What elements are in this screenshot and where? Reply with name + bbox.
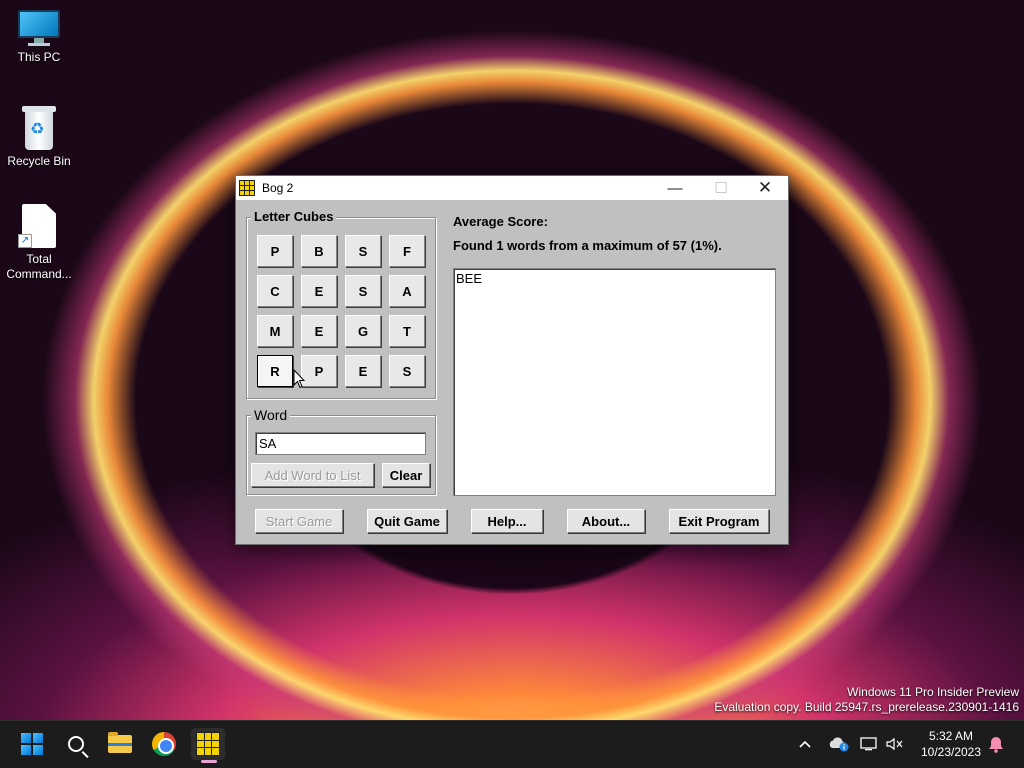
- letter-cube[interactable]: F: [389, 235, 425, 267]
- bog-app-icon: [239, 180, 255, 196]
- search-button[interactable]: [59, 728, 93, 760]
- clock-date: 10/23/2023: [920, 745, 982, 759]
- volume-tray-icon[interactable]: [886, 720, 904, 768]
- desktop-icon-recycle-bin[interactable]: ♻ Recycle Bin: [1, 106, 77, 169]
- quit-game-button[interactable]: Quit Game: [367, 509, 447, 533]
- file-explorer-icon: [108, 732, 132, 753]
- letter-cube[interactable]: S: [345, 275, 381, 307]
- chrome-icon: [152, 732, 176, 756]
- desktop-icon-this-pc[interactable]: This PC: [1, 10, 77, 65]
- onedrive-tray-icon[interactable]: [828, 720, 850, 768]
- letter-cube[interactable]: S: [345, 235, 381, 267]
- mouse-cursor-icon: [293, 369, 305, 389]
- letter-cube[interactable]: E: [301, 315, 337, 347]
- average-score-label: Average Score:: [453, 214, 548, 229]
- exit-program-button[interactable]: Exit Program: [669, 509, 769, 533]
- watermark-line-2: Evaluation copy. Build 25947.rs_prerelea…: [714, 700, 1019, 714]
- word-label: Word: [251, 407, 291, 423]
- bog-taskbar-button[interactable]: [191, 728, 225, 760]
- chrome-button[interactable]: [147, 728, 181, 760]
- title-bar[interactable]: Bog 2 — ☐ ✕: [236, 176, 788, 200]
- taskbar-clock[interactable]: 5:32 AM 10/23/2023: [912, 728, 990, 760]
- letter-cube[interactable]: R: [257, 355, 293, 387]
- active-app-indicator: [201, 760, 217, 763]
- start-game-button[interactable]: Start Game: [255, 509, 343, 533]
- letter-cube[interactable]: E: [301, 275, 337, 307]
- search-icon: [68, 736, 84, 752]
- desktop-icon-label: Total Command...: [6, 252, 72, 281]
- about-button[interactable]: About...: [567, 509, 645, 533]
- letter-cube[interactable]: P: [301, 355, 337, 387]
- network-icon: [860, 737, 877, 751]
- minimize-button[interactable]: —: [652, 176, 698, 200]
- letter-cube[interactable]: P: [257, 235, 293, 267]
- file-explorer-button[interactable]: [103, 728, 137, 760]
- show-hidden-icons-button[interactable]: [798, 720, 812, 768]
- letter-cube[interactable]: E: [345, 355, 381, 387]
- notifications-button[interactable]: [988, 720, 1004, 768]
- file-shortcut-icon: ↗: [18, 204, 56, 248]
- desktop-icon-label: This PC: [17, 50, 61, 64]
- os-watermark: Windows 11 Pro Insider Preview Evaluatio…: [714, 685, 1019, 715]
- maximize-button[interactable]: ☐: [698, 176, 744, 200]
- window-title: Bog 2: [262, 181, 294, 195]
- recycle-bin-icon: ♻: [22, 106, 56, 150]
- bog-app-icon: [196, 732, 220, 756]
- chevron-up-icon: [799, 740, 811, 748]
- letter-cubes-label: Letter Cubes: [251, 209, 337, 224]
- word-input[interactable]: SA: [255, 432, 426, 455]
- letter-cube[interactable]: C: [257, 275, 293, 307]
- network-tray-icon[interactable]: [860, 720, 878, 768]
- list-item: BEE: [456, 271, 483, 286]
- desktop-icon-total-commander[interactable]: ↗ Total Command...: [1, 204, 77, 282]
- letter-cube[interactable]: A: [389, 275, 425, 307]
- monitor-icon: [18, 10, 60, 46]
- help-button[interactable]: Help...: [471, 509, 543, 533]
- letter-cube[interactable]: G: [345, 315, 381, 347]
- letter-cube[interactable]: M: [257, 315, 293, 347]
- close-button[interactable]: ✕: [742, 176, 788, 200]
- bell-icon: [989, 737, 1003, 753]
- volume-muted-icon: [886, 737, 903, 751]
- cloud-info-icon: [829, 737, 849, 752]
- start-button[interactable]: [15, 728, 49, 760]
- clear-button[interactable]: Clear: [382, 463, 430, 487]
- windows-start-icon: [21, 733, 43, 755]
- found-words-list[interactable]: BEE: [453, 268, 776, 496]
- desktop-icon-label: Recycle Bin: [7, 154, 71, 168]
- clock-time: 5:32 AM: [928, 729, 974, 743]
- letter-cube[interactable]: B: [301, 235, 337, 267]
- watermark-line-1: Windows 11 Pro Insider Preview: [847, 685, 1019, 699]
- letter-cube[interactable]: S: [389, 355, 425, 387]
- letter-cube[interactable]: T: [389, 315, 425, 347]
- add-word-button[interactable]: Add Word to List: [251, 463, 374, 487]
- found-words-summary: Found 1 words from a maximum of 57 (1%).: [453, 238, 722, 253]
